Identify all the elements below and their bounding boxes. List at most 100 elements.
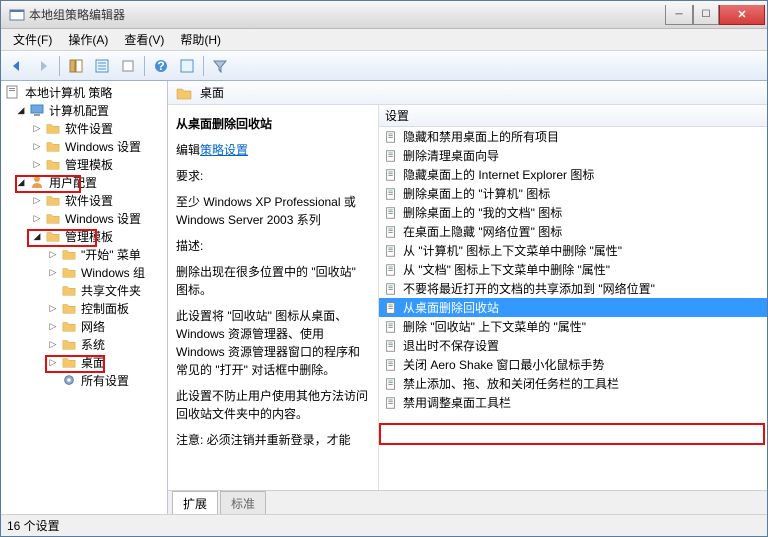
pane-header: 桌面 — [168, 81, 767, 105]
svg-text:?: ? — [157, 59, 164, 73]
tree-desktop[interactable]: ▷ 桌面 — [1, 353, 167, 371]
folder-icon — [61, 246, 77, 262]
toolbar: ? — [1, 51, 767, 81]
policy-icon — [383, 129, 399, 145]
tree-admin-templates[interactable]: ◢管理模板 — [1, 227, 167, 245]
tree-item[interactable]: ▷网络 — [1, 317, 167, 335]
list-item[interactable]: 从桌面删除回收站 — [379, 298, 767, 317]
forward-button[interactable] — [31, 54, 55, 78]
folder-icon — [61, 282, 77, 298]
list-item[interactable]: 退出时不保存设置 — [379, 336, 767, 355]
list-item[interactable]: 在桌面上隐藏 "网络位置" 图标 — [379, 222, 767, 241]
policy-icon — [383, 243, 399, 259]
tree-item[interactable]: ▷ 控制面板 — [1, 299, 167, 317]
toolbar-separator — [203, 56, 204, 76]
policy-icon — [383, 148, 399, 164]
collapse-icon[interactable]: ◢ — [15, 104, 27, 116]
list-item[interactable]: 删除 "回收站" 上下文菜单的 "属性" — [379, 317, 767, 336]
expand-icon[interactable]: ▷ — [47, 320, 59, 332]
tree-item[interactable]: ▷ 系统 — [1, 335, 167, 353]
refresh-button[interactable] — [175, 54, 199, 78]
expand-icon[interactable]: ▷ — [47, 302, 59, 314]
list-item[interactable]: 从 "文档" 图标上下文菜单中删除 "属性" — [379, 260, 767, 279]
tree-label: 软件设置 — [63, 120, 115, 137]
tree-label: 桌面 — [79, 354, 107, 371]
menu-help[interactable]: 帮助(H) — [172, 29, 229, 50]
tree-item[interactable]: ▷ 软件设置 — [1, 119, 167, 137]
back-button[interactable] — [5, 54, 29, 78]
desc-text: 删除出现在很多位置中的 "回收站" 图标。 — [176, 263, 370, 299]
expand-icon[interactable]: ▷ — [31, 194, 43, 206]
titlebar[interactable]: 本地组策略编辑器 ─ ☐ ✕ — [1, 1, 767, 29]
policy-icon — [383, 300, 399, 316]
collapse-icon[interactable]: ◢ — [15, 176, 27, 188]
tree-item[interactable]: ▷ Windows 设置 — [1, 137, 167, 155]
expand-icon[interactable]: ▷ — [31, 212, 43, 224]
expand-icon[interactable]: ▷ — [47, 356, 59, 368]
policy-icon — [383, 395, 399, 411]
policy-icon — [383, 205, 399, 221]
list-item[interactable]: 隐藏桌面上的 Internet Explorer 图标 — [379, 165, 767, 184]
list-item[interactable]: 禁用调整桌面工具栏 — [379, 393, 767, 412]
list-item-label: 删除 "回收站" 上下文菜单的 "属性" — [403, 318, 586, 335]
list-item[interactable]: 隐藏和禁用桌面上的所有项目 — [379, 127, 767, 146]
expand-icon[interactable]: ▷ — [47, 338, 59, 350]
folder-icon — [45, 120, 61, 136]
tree-item[interactable]: 所有设置 — [1, 371, 167, 389]
collapse-icon[interactable]: ◢ — [31, 230, 43, 242]
tree-item[interactable]: ▷"开始" 菜单 — [1, 245, 167, 263]
tree-user-config[interactable]: ◢ 用户配置 — [1, 173, 167, 191]
menu-action[interactable]: 操作(A) — [60, 29, 116, 50]
list-item[interactable]: 关闭 Aero Shake 窗口最小化鼠标手势 — [379, 355, 767, 374]
settings-list-panel: 设置 隐藏和禁用桌面上的所有项目删除清理桌面向导隐藏桌面上的 Internet … — [378, 105, 767, 490]
list-item[interactable]: 禁止添加、拖、放和关闭任务栏的工具栏 — [379, 374, 767, 393]
folder-icon — [45, 210, 61, 226]
help-button[interactable]: ? — [149, 54, 173, 78]
settings-list[interactable]: 隐藏和禁用桌面上的所有项目删除清理桌面向导隐藏桌面上的 Internet Exp… — [379, 127, 767, 490]
expand-icon[interactable]: ▷ — [31, 122, 43, 134]
expand-icon[interactable]: ▷ — [47, 248, 59, 260]
list-item[interactable]: 从 "计算机" 图标上下文菜单中删除 "属性" — [379, 241, 767, 260]
close-button[interactable]: ✕ — [719, 5, 765, 25]
tree-label: 所有设置 — [79, 372, 131, 389]
folder-icon — [45, 192, 61, 208]
list-item[interactable]: 删除清理桌面向导 — [379, 146, 767, 165]
properties-button[interactable] — [90, 54, 114, 78]
menu-file[interactable]: 文件(F) — [5, 29, 60, 50]
tab-standard[interactable]: 标准 — [220, 491, 266, 514]
policy-icon — [383, 167, 399, 183]
tab-extended[interactable]: 扩展 — [172, 491, 218, 514]
settings-icon — [61, 372, 77, 388]
tree-label: 系统 — [79, 336, 107, 353]
req-label: 要求: — [176, 167, 370, 185]
menu-view[interactable]: 查看(V) — [116, 29, 172, 50]
list-header[interactable]: 设置 — [379, 105, 767, 127]
content-area: 从桌面删除回收站 编辑策略设置 要求: 至少 Windows XP Profes… — [168, 105, 767, 490]
minimize-button[interactable]: ─ — [665, 5, 693, 25]
tree-computer-config[interactable]: ◢ 计算机配置 — [1, 101, 167, 119]
list-item[interactable]: 删除桌面上的 "计算机" 图标 — [379, 184, 767, 203]
maximize-button[interactable]: ☐ — [693, 5, 719, 25]
tree-item[interactable]: ▷软件设置 — [1, 191, 167, 209]
export-button[interactable] — [116, 54, 140, 78]
expand-icon[interactable]: ▷ — [31, 140, 43, 152]
list-item[interactable]: 删除桌面上的 "我的文档" 图标 — [379, 203, 767, 222]
edit-policy-link[interactable]: 策略设置 — [200, 143, 248, 157]
toolbar-separator — [59, 56, 60, 76]
show-hide-tree-button[interactable] — [64, 54, 88, 78]
tree-label: Windows 设置 — [63, 138, 143, 155]
tree-item[interactable]: ▷管理模板 — [1, 155, 167, 173]
statusbar: 16 个设置 — [1, 514, 767, 536]
expand-icon[interactable]: ▷ — [47, 266, 59, 278]
tree-root[interactable]: 本地计算机 策略 — [1, 83, 167, 101]
tree-item[interactable]: ▷Windows 组 — [1, 263, 167, 281]
filter-button[interactable] — [208, 54, 232, 78]
nav-tree[interactable]: 本地计算机 策略 ◢ 计算机配置 ▷ 软件设置 ▷ Windows 设置 ▷管理模板… — [1, 81, 168, 514]
tree-item[interactable]: ▷Windows 设置 — [1, 209, 167, 227]
tree-item[interactable]: 共享文件夹 — [1, 281, 167, 299]
tree-label: 控制面板 — [79, 300, 131, 317]
edit-line: 编辑策略设置 — [176, 141, 370, 159]
list-item[interactable]: 不要将最近打开的文档的共享添加到 "网络位置" — [379, 279, 767, 298]
expand-icon[interactable]: ▷ — [31, 158, 43, 170]
list-item-label: 退出时不保存设置 — [403, 337, 499, 354]
